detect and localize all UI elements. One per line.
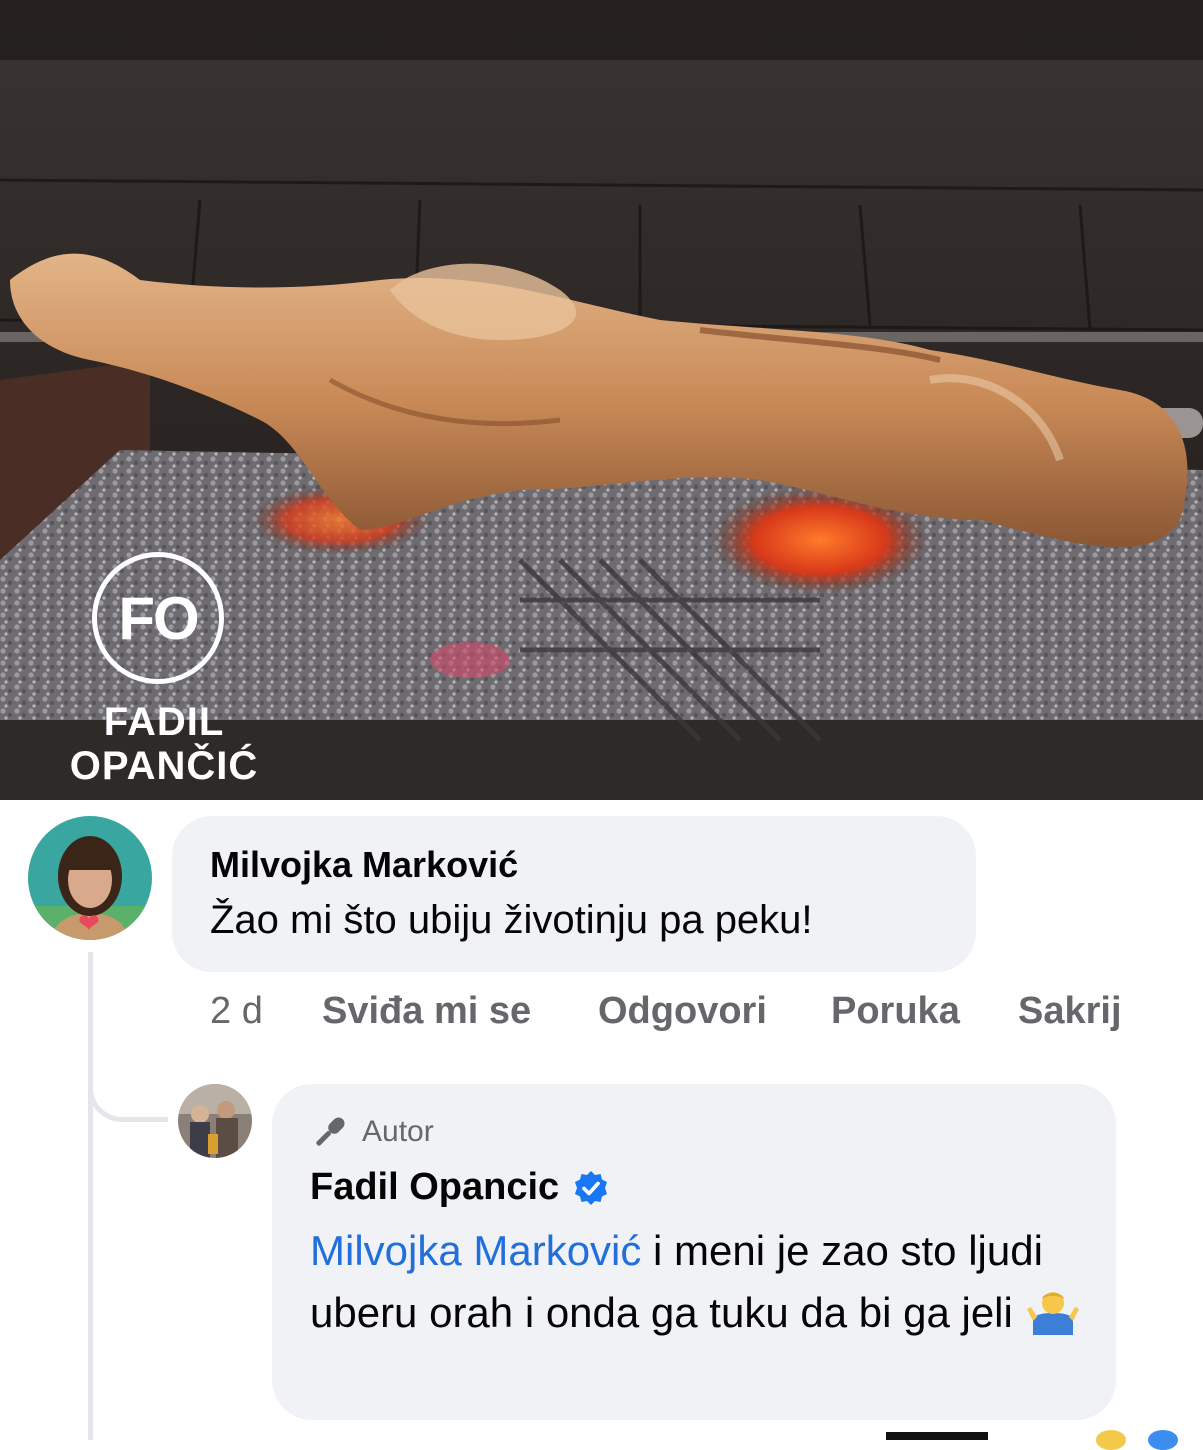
reply-author[interactable]: Fadil Opancic (310, 1166, 559, 1209)
author-badge-label: Autor (362, 1115, 434, 1148)
verified-badge-icon (575, 1170, 608, 1205)
post-photo[interactable]: FO FADIL OPANČIĆ (0, 0, 1203, 800)
thread-line (88, 952, 93, 1440)
thread-branch (88, 1060, 168, 1122)
message-button[interactable]: Poruka (831, 990, 960, 1033)
reply-button[interactable]: Odgovori (598, 990, 767, 1033)
watermark-name-line1: FADIL (103, 700, 225, 744)
comment-bubble: Milvojka Marković Žao mi što ubiju život… (172, 816, 976, 972)
watermark-name-line2: OPANČIĆ (69, 744, 259, 788)
reply-bubble: Autor Fadil Opancic Milvojka Marković i … (272, 1084, 1116, 1420)
comment-time[interactable]: 2 d (210, 990, 263, 1033)
mention-link[interactable]: Milvojka Marković (310, 1227, 641, 1274)
reaction-icon (1148, 1430, 1178, 1450)
like-button[interactable]: Sviđa mi se (322, 990, 531, 1033)
comment-text: Žao mi što ubiju životinju pa peku! (210, 898, 813, 942)
watermark-name: FADIL OPANČIĆ (54, 700, 274, 788)
reply-text: Milvojka Marković i meni je zao sto ljud… (310, 1220, 1100, 1344)
watermark-logo: FO (92, 552, 224, 684)
author-badge: Autor (310, 1112, 434, 1152)
reaction-icon (1096, 1430, 1126, 1450)
avatar-image (178, 1084, 252, 1158)
bottom-edge-element (886, 1432, 988, 1440)
hide-button[interactable]: Sakrij (1018, 990, 1122, 1033)
reply-author-row: Fadil Opancic (310, 1166, 609, 1209)
reply-author-avatar[interactable] (178, 1084, 252, 1158)
microphone-icon (316, 1117, 345, 1146)
comment-author[interactable]: Milvojka Marković (210, 844, 518, 886)
shrug-emoji-icon (1026, 1292, 1079, 1335)
watermark-initials: FO (118, 584, 199, 652)
heart-icon: ❤ (78, 908, 100, 938)
